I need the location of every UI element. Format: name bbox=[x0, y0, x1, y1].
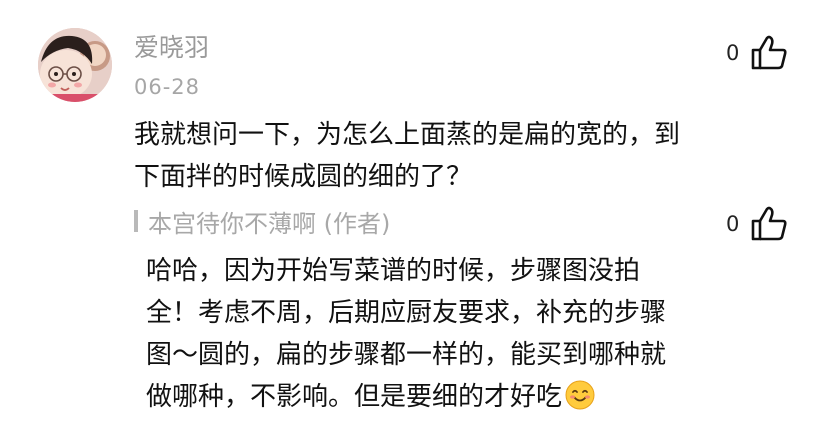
comment-like-button[interactable]: 0 bbox=[726, 33, 788, 73]
reply-line: 图～圆的，扁的步骤都一样的，能买到哪种就 bbox=[146, 340, 667, 370]
reply-author-name[interactable]: 本宫待你不薄啊 (作者) bbox=[148, 204, 390, 239]
reply-line: 做哪种，不影响。但是要细的才好吃 bbox=[146, 382, 563, 412]
reply-line: 全！考虑不周，后期应厨友要求，补充的步骤 bbox=[146, 298, 667, 328]
comment-date: 06-28 bbox=[134, 75, 201, 99]
smiling-face-emoji-icon bbox=[565, 380, 595, 410]
reply-line: 哈哈，因为开始写菜谱的时候，步骤图没拍 bbox=[146, 256, 641, 286]
reply-header: 本宫待你不薄啊 (作者) bbox=[134, 204, 390, 238]
reply-quote-bar bbox=[134, 210, 138, 232]
reply-like-count: 0 bbox=[726, 212, 740, 236]
comment-like-count: 0 bbox=[726, 41, 740, 65]
comment-line: 我就想问一下，为怎么上面蒸的是扁的宽的，到 bbox=[134, 120, 681, 150]
reply-body: 哈哈，因为开始写菜谱的时候，步骤图没拍 全！考虑不周，后期应厨友要求，补充的步骤… bbox=[146, 250, 746, 418]
comment-body: 我就想问一下，为怎么上面蒸的是扁的宽的，到 下面拌的时候成圆的细的了？ bbox=[134, 114, 754, 198]
thumbs-up-icon bbox=[751, 35, 787, 70]
avatar-photo bbox=[38, 28, 112, 102]
reply-like-button[interactable]: 0 bbox=[726, 204, 788, 244]
comment-username[interactable]: 爱晓羽 bbox=[134, 31, 209, 65]
thumbs-up-icon bbox=[751, 206, 787, 241]
reply-last-line: 做哪种，不影响。但是要细的才好吃 bbox=[146, 376, 746, 418]
comment-line: 下面拌的时候成圆的细的了？ bbox=[134, 162, 473, 192]
user-avatar[interactable] bbox=[38, 28, 112, 102]
